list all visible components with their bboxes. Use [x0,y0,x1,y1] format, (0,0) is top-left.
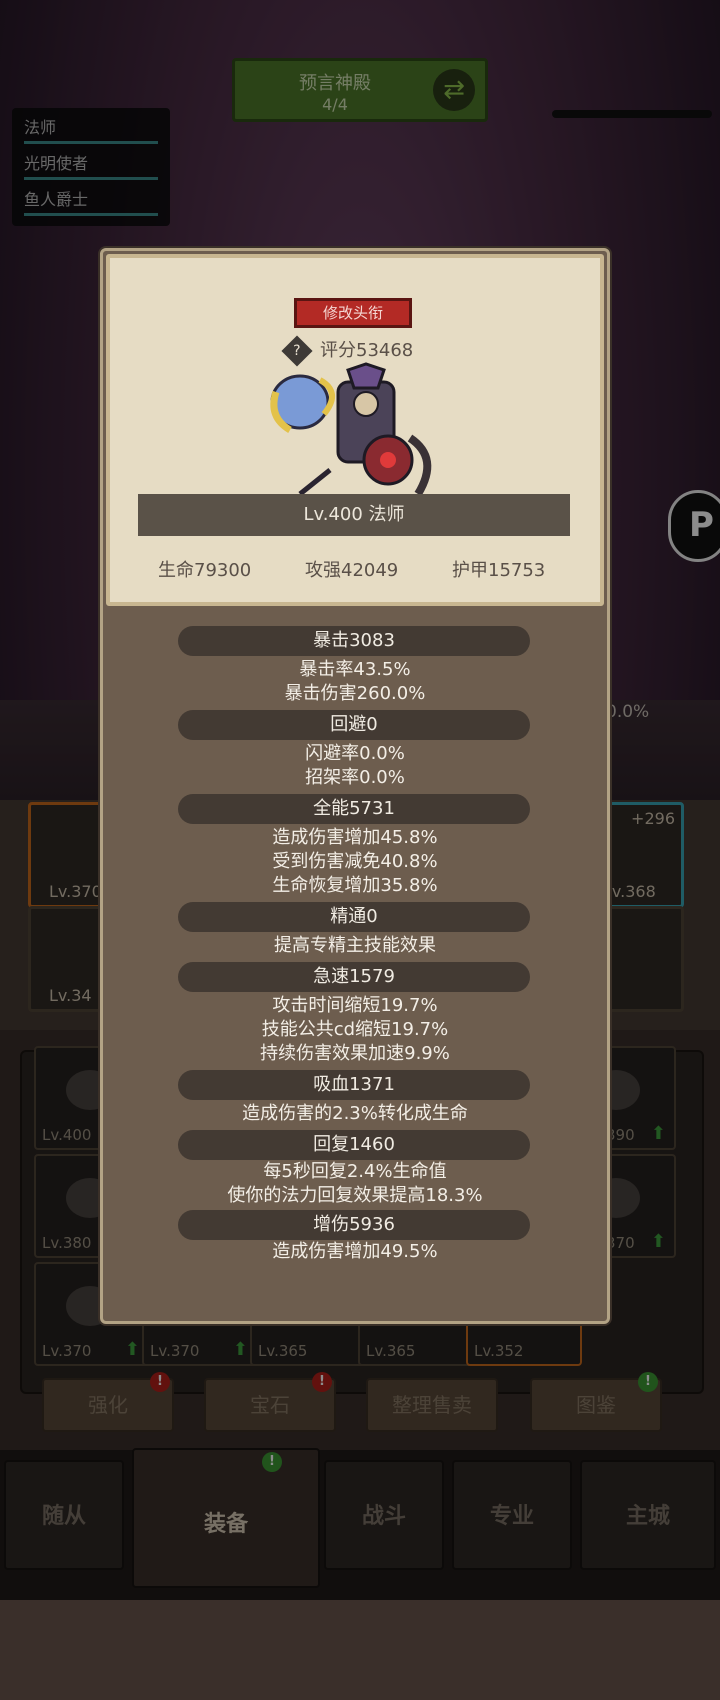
avoidance-header: 回避0 [178,710,530,740]
armor-stat: 护甲15753 [452,560,546,581]
score-value: 评分53468 [320,340,414,361]
stat-line: 每5秒回复2.4%生命值 [263,1161,447,1182]
stat-line: 造成伤害增加49.5% [272,1241,438,1262]
stat-line: 造成伤害增加45.8% [272,827,438,848]
hero-level-bar: Lv.400 法师 [138,494,570,536]
crit-header: 暴击3083 [178,626,530,656]
stat-line: 暴击伤害260.0% [284,683,426,704]
versatility-header: 全能5731 [178,794,530,824]
edit-title-button[interactable]: 修改头衔 [294,298,412,328]
stat-line: 生命恢复增加35.8% [272,875,438,896]
stat-line: 技能公共cd缩短19.7% [261,1019,449,1040]
haste-header: 急速1579 [178,962,530,992]
score-row: ? 评分53468 [281,335,414,367]
mastery-header: 精通0 [178,902,530,932]
attack-power-stat: 攻强42049 [305,560,399,581]
hero-portrait [270,362,432,497]
damage-bonus-header: 增伤5936 [178,1210,530,1240]
stat-line: 持续伤害效果加速9.9% [260,1043,450,1064]
stat-line: 提高专精主技能效果 [274,935,436,956]
stat-line: 造成伤害的2.3%转化成生命 [242,1103,468,1124]
stat-line: 招架率0.0% [305,767,405,788]
stat-line: 使你的法力回复效果提高18.3% [227,1185,483,1206]
stat-line: 闪避率0.0% [305,743,405,764]
stat-line: 暴击率43.5% [299,659,411,680]
hp-stat: 生命79300 [158,560,252,581]
regen-header: 回复1460 [178,1130,530,1160]
stat-line: 攻击时间缩短19.7% [272,995,438,1016]
leech-header: 吸血1371 [178,1070,530,1100]
stat-line: 受到伤害减免40.8% [272,851,438,872]
